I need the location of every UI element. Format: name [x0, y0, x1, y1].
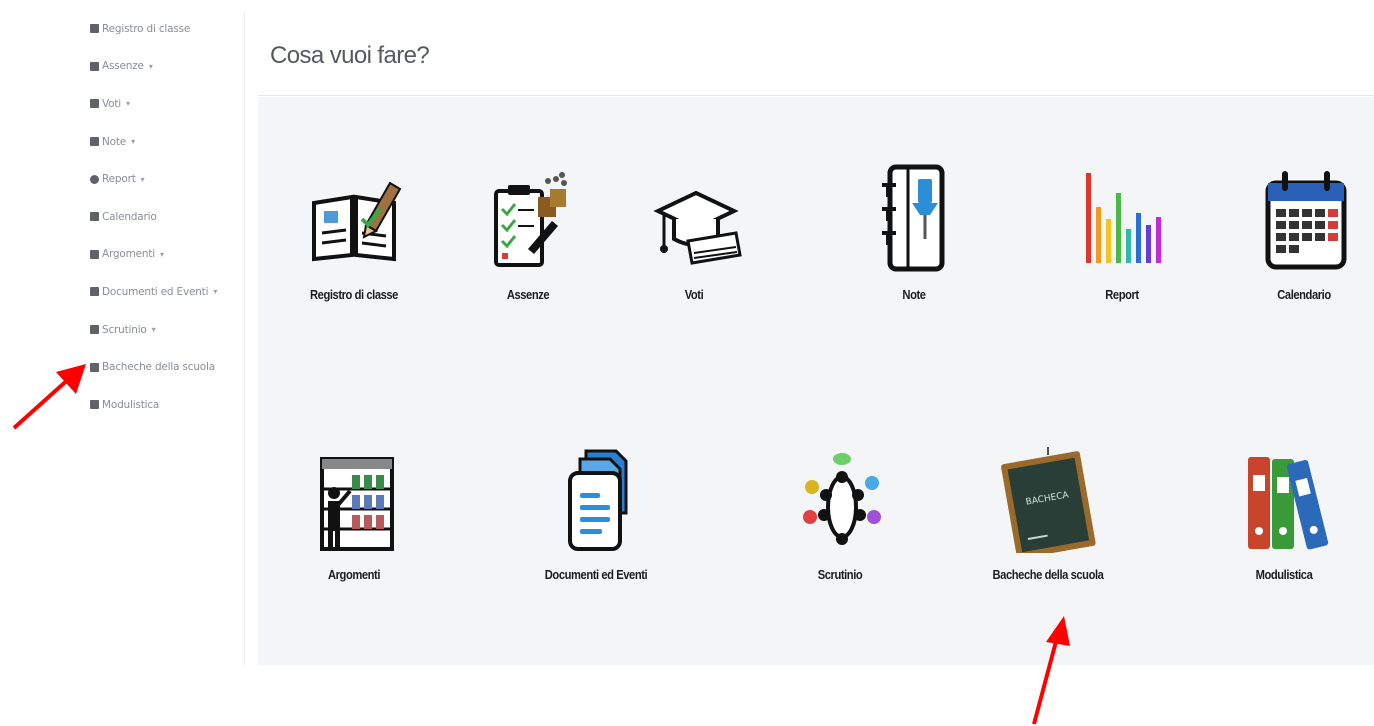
sidebar-item-modulistica[interactable]: Modulistica	[90, 386, 250, 424]
sidebar-item-label: Voti	[102, 97, 122, 110]
tile-label: Modulistica	[1255, 567, 1313, 582]
bar-chart-icon	[1086, 173, 1161, 263]
sidebar-item-note[interactable]: Note ▾	[90, 123, 250, 161]
tile-argomenti[interactable]: Argomenti	[284, 443, 424, 582]
content-divider	[244, 12, 245, 666]
tile-label: Registro di classe	[310, 287, 398, 302]
clipboard-checklist-icon	[494, 172, 567, 267]
sidebar-item-label: Documenti ed Eventi	[102, 285, 209, 298]
book-icon	[90, 24, 99, 34]
sidebar-item-assenze[interactable]: Assenze ▾	[90, 48, 250, 86]
chevron-down-icon: ▾	[131, 137, 135, 147]
sidebar: Registro di classe Assenze ▾ Voti ▾ Note…	[90, 10, 250, 424]
chevron-down-icon: ▾	[213, 287, 218, 297]
tile-label: Assenze	[506, 287, 550, 302]
sidebar-item-voti[interactable]: Voti ▾	[90, 85, 250, 123]
sidebar-item-calendario[interactable]: Calendario	[90, 198, 250, 236]
tile-report[interactable]: Report	[1052, 163, 1192, 302]
bank-icon	[90, 99, 99, 109]
sidebar-item-label: Report	[102, 173, 136, 186]
sidebar-item-report[interactable]: Report ▾	[90, 160, 250, 198]
tile-label: Report	[1105, 287, 1139, 302]
tile-label: Scrutinio	[817, 567, 863, 582]
tile-label: Argomenti	[327, 567, 381, 582]
tile-label: Bacheche della scuola	[992, 567, 1104, 582]
sidebar-item-label: Note	[102, 135, 127, 148]
tile-calendario[interactable]: Calendario	[1234, 163, 1374, 302]
chevron-down-icon: ▾	[140, 174, 145, 184]
chevron-down-icon: ▾	[126, 99, 130, 109]
chalkboard-icon: BACHECA	[1001, 447, 1096, 553]
chevron-down-icon: ▾	[151, 325, 156, 335]
sidebar-item-label: Argomenti	[102, 248, 155, 261]
sidebar-item-label: Calendario	[102, 210, 157, 223]
tile-modulistica[interactable]: Modulistica	[1214, 443, 1354, 582]
graduation-cap-icon	[90, 325, 99, 335]
calendar-icon	[90, 212, 99, 222]
tile-scrutinio[interactable]: Scrutinio	[770, 443, 910, 582]
sidebar-item-argomenti[interactable]: Argomenti ▾	[90, 236, 250, 274]
action-panel: Registro di classe Assenze Voti Note Rep…	[258, 97, 1374, 665]
graduation-cap-icon	[653, 190, 742, 265]
tile-documenti[interactable]: Documenti ed Eventi	[526, 443, 666, 582]
annotation-arrow-sidebar	[12, 364, 86, 430]
annotation-arrow-tile	[1032, 616, 1070, 725]
tile-note[interactable]: Note	[844, 163, 984, 302]
tile-label: Voti	[684, 287, 704, 302]
chevron-down-icon: ▾	[148, 61, 153, 71]
tile-voti[interactable]: Voti	[624, 163, 764, 302]
sidebar-item-scrutinio[interactable]: Scrutinio ▾	[90, 311, 250, 349]
pie-chart-icon	[90, 174, 99, 184]
sidebar-item-documenti[interactable]: Documenti ed Eventi ▾	[90, 273, 250, 311]
tile-label: Calendario	[1277, 287, 1331, 302]
tile-label: Documenti ed Eventi	[544, 567, 648, 582]
page-header: Cosa vuoi fare?	[258, 14, 1374, 96]
documents-icon	[568, 449, 628, 551]
list-icon	[90, 287, 99, 297]
pin-icon	[90, 137, 99, 147]
tile-registro[interactable]: Registro di classe	[284, 163, 424, 302]
meeting-table-icon	[803, 453, 881, 545]
sidebar-item-bacheche[interactable]: Bacheche della scuola	[90, 348, 250, 386]
sidebar-item-label: Assenze	[102, 60, 144, 73]
folder-open-icon	[90, 249, 99, 259]
sidebar-item-label: Registro di classe	[102, 22, 191, 35]
tile-label: Note	[902, 287, 926, 302]
user-icon	[90, 61, 99, 71]
chevron-down-icon: ▾	[159, 249, 164, 259]
pinned-notebook-icon	[882, 164, 945, 272]
page-title: Cosa vuoi fare?	[270, 42, 430, 69]
sidebar-item-label: Bacheche della scuola	[102, 361, 215, 374]
book-pencil-icon	[312, 181, 402, 262]
binders-icon	[1248, 457, 1329, 550]
tile-assenze[interactable]: Assenze	[458, 163, 598, 302]
sidebar-item-label: Scrutinio	[102, 323, 147, 336]
calendar-icon	[1265, 171, 1347, 270]
bookshelf-icon	[320, 457, 394, 551]
sidebar-item-label: Modulistica	[102, 398, 160, 411]
sidebar-item-registro[interactable]: Registro di classe	[90, 10, 250, 48]
tile-bacheche[interactable]: BACHECA Bacheche della scuola	[978, 443, 1118, 582]
